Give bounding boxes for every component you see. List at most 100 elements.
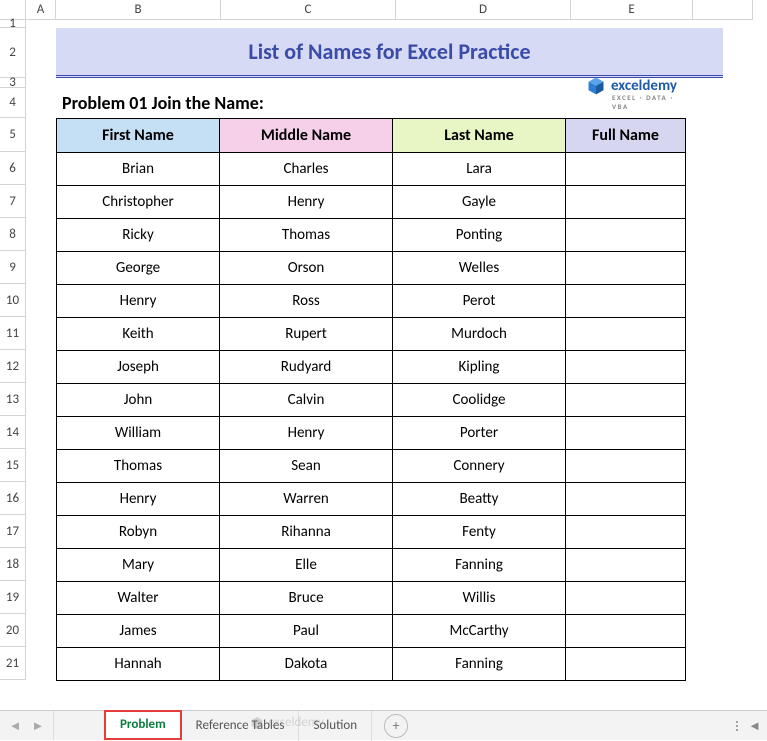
cell-middle[interactable]: Bruce (220, 582, 393, 615)
cell-last[interactable]: Willis (393, 582, 566, 615)
cell-middle[interactable]: Henry (220, 417, 393, 450)
cell-full[interactable] (566, 417, 686, 450)
tab-solution[interactable]: Solution (299, 711, 372, 741)
th-middle-name[interactable]: Middle Name (220, 119, 393, 153)
cell-full[interactable] (566, 450, 686, 483)
cell-last[interactable]: Fenty (393, 516, 566, 549)
row-header-12[interactable]: 12 (0, 350, 26, 383)
row-header-8[interactable]: 8 (0, 218, 26, 251)
tab-problem[interactable]: Problem (104, 710, 182, 740)
row-header-18[interactable]: 18 (0, 548, 26, 581)
row-header-2[interactable]: 2 (0, 28, 26, 78)
cell-last[interactable]: Gayle (393, 186, 566, 219)
col-header-E[interactable]: E (571, 0, 693, 20)
cell-first[interactable]: Hannah (57, 648, 220, 681)
cell-full[interactable] (566, 549, 686, 582)
cell-last[interactable]: Perot (393, 285, 566, 318)
cell-middle[interactable]: Dakota (220, 648, 393, 681)
cell-full[interactable] (566, 219, 686, 252)
cell-full[interactable] (566, 153, 686, 186)
cell-last[interactable]: Lara (393, 153, 566, 186)
cell-full[interactable] (566, 582, 686, 615)
row-header-5[interactable]: 5 (0, 118, 26, 152)
cell-full[interactable] (566, 483, 686, 516)
scroll-left-icon[interactable]: ◄ (748, 718, 761, 734)
cell-first[interactable]: Walter (57, 582, 220, 615)
cell-last[interactable]: Welles (393, 252, 566, 285)
cell-first[interactable]: Keith (57, 318, 220, 351)
cell-full[interactable] (566, 318, 686, 351)
cell-first[interactable]: James (57, 615, 220, 648)
cell-full[interactable] (566, 285, 686, 318)
cell-first[interactable]: Henry (57, 285, 220, 318)
cell-middle[interactable]: Paul (220, 615, 393, 648)
th-full-name[interactable]: Full Name (566, 119, 686, 153)
cell-last[interactable]: Porter (393, 417, 566, 450)
row-header-17[interactable]: 17 (0, 515, 26, 548)
cell-full[interactable] (566, 252, 686, 285)
cell-first[interactable]: Christopher (57, 186, 220, 219)
row-header-15[interactable]: 15 (0, 449, 26, 482)
col-header-C[interactable]: C (221, 0, 396, 20)
cell-first[interactable]: Mary (57, 549, 220, 582)
row-header-20[interactable]: 20 (0, 614, 26, 647)
cell-first[interactable]: Henry (57, 483, 220, 516)
row-header-1[interactable]: 1 (0, 20, 26, 28)
cell-first[interactable]: Robyn (57, 516, 220, 549)
vertical-dots-icon[interactable] (736, 721, 738, 731)
row-header-19[interactable]: 19 (0, 581, 26, 614)
cell-first[interactable]: William (57, 417, 220, 450)
cell-middle[interactable]: Rupert (220, 318, 393, 351)
cell-middle[interactable]: Sean (220, 450, 393, 483)
tab-next-icon[interactable]: ► (32, 718, 45, 734)
cell-middle[interactable]: Warren (220, 483, 393, 516)
cell-full[interactable] (566, 351, 686, 384)
cell-last[interactable]: Connery (393, 450, 566, 483)
cell-middle[interactable]: Calvin (220, 384, 393, 417)
cell-full[interactable] (566, 516, 686, 549)
row-header-3[interactable]: 3 (0, 78, 26, 88)
col-header-B[interactable]: B (56, 0, 221, 20)
cell-first[interactable]: Thomas (57, 450, 220, 483)
row-header-14[interactable]: 14 (0, 416, 26, 449)
cell-first[interactable]: George (57, 252, 220, 285)
tab-nav-arrows[interactable]: ◄ ► (0, 711, 54, 740)
col-header-D[interactable]: D (396, 0, 571, 20)
cell-first[interactable]: Ricky (57, 219, 220, 252)
row-header-9[interactable]: 9 (0, 251, 26, 284)
cell-middle[interactable]: Charles (220, 153, 393, 186)
tab-reference-tables[interactable]: Reference Tables (182, 711, 300, 741)
cell-last[interactable]: Ponting (393, 219, 566, 252)
cell-first[interactable]: Joseph (57, 351, 220, 384)
cell-last[interactable]: McCarthy (393, 615, 566, 648)
cell-last[interactable]: Beatty (393, 483, 566, 516)
cell-full[interactable] (566, 186, 686, 219)
row-header-7[interactable]: 7 (0, 185, 26, 218)
add-sheet-button[interactable]: + (384, 714, 408, 738)
cell-last[interactable]: Kipling (393, 351, 566, 384)
row-header-13[interactable]: 13 (0, 383, 26, 416)
col-header-A[interactable]: A (26, 0, 56, 20)
cell-middle[interactable]: Rihanna (220, 516, 393, 549)
tab-prev-icon[interactable]: ◄ (9, 718, 22, 734)
col-header-F[interactable] (693, 0, 753, 20)
cell-full[interactable] (566, 384, 686, 417)
cell-last[interactable]: Fanning (393, 648, 566, 681)
cell-full[interactable] (566, 615, 686, 648)
cell-middle[interactable]: Rudyard (220, 351, 393, 384)
cell-last[interactable]: Coolidge (393, 384, 566, 417)
row-header-10[interactable]: 10 (0, 284, 26, 317)
row-header-21[interactable]: 21 (0, 647, 26, 680)
worksheet-area[interactable]: List of Names for Excel Practice Problem… (26, 20, 723, 681)
cell-full[interactable] (566, 648, 686, 681)
row-header-4[interactable]: 4 (0, 88, 26, 118)
th-first-name[interactable]: First Name (57, 119, 220, 153)
row-header-6[interactable]: 6 (0, 152, 26, 185)
row-header-11[interactable]: 11 (0, 317, 26, 350)
cell-last[interactable]: Murdoch (393, 318, 566, 351)
cell-first[interactable]: Brian (57, 153, 220, 186)
cell-middle[interactable]: Henry (220, 186, 393, 219)
th-last-name[interactable]: Last Name (393, 119, 566, 153)
cell-middle[interactable]: Orson (220, 252, 393, 285)
cell-middle[interactable]: Ross (220, 285, 393, 318)
